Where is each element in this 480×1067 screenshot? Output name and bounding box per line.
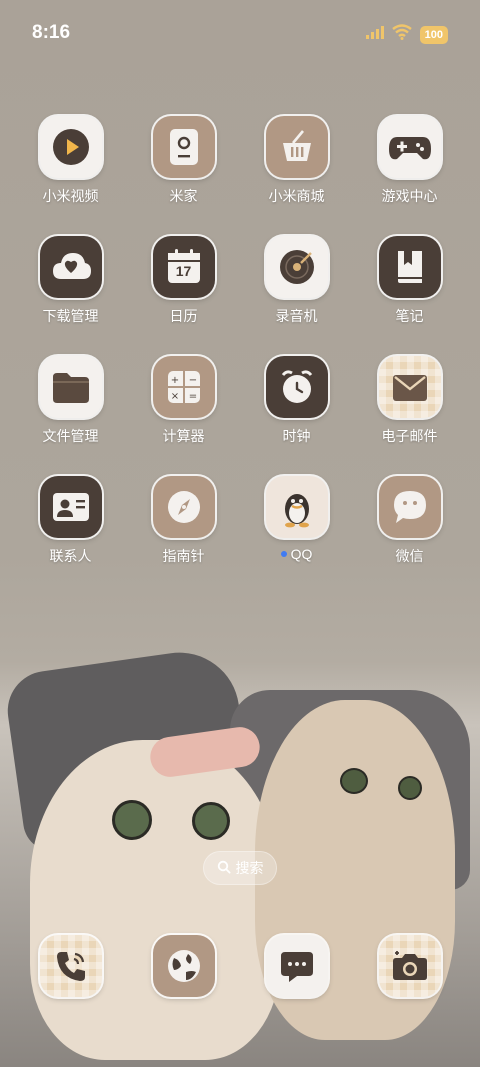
mijia-home-icon bbox=[152, 116, 215, 178]
app-label: QQ bbox=[280, 546, 313, 562]
app-calendar[interactable]: 17 日历 bbox=[127, 236, 240, 326]
app-label-text: QQ bbox=[290, 546, 313, 562]
app-game-center[interactable]: 游戏中心 bbox=[353, 116, 466, 206]
app-label: 文件管理 bbox=[42, 428, 99, 444]
battery-indicator: 100 bbox=[419, 25, 448, 44]
app-downloads[interactable]: 下载管理 bbox=[14, 236, 127, 326]
app-label: 微信 bbox=[395, 548, 424, 564]
app-label: 联系人 bbox=[49, 548, 92, 564]
app-grid: 小米视频 米家 小米商城 游戏中心 下载管理 17 日历 录音机 笔记 文件管理… bbox=[14, 116, 466, 566]
app-mi-video[interactable]: 小米视频 bbox=[14, 116, 127, 206]
app-label: 笔记 bbox=[395, 308, 424, 324]
alarm-clock-icon bbox=[265, 356, 328, 418]
app-file-manager[interactable]: 文件管理 bbox=[14, 356, 127, 446]
video-play-icon bbox=[39, 116, 102, 178]
app-mijia[interactable]: 米家 bbox=[127, 116, 240, 206]
envelope-icon bbox=[378, 356, 441, 418]
svg-text:×: × bbox=[170, 391, 178, 402]
app-recorder[interactable]: 录音机 bbox=[240, 236, 353, 326]
app-wechat[interactable]: 微信 bbox=[353, 476, 466, 566]
qq-penguin-icon bbox=[265, 476, 328, 538]
app-clock[interactable]: 时钟 bbox=[240, 356, 353, 446]
app-label: 录音机 bbox=[275, 308, 318, 324]
svg-text:−: − bbox=[188, 375, 196, 386]
browser-globe-icon bbox=[152, 935, 215, 997]
app-label: 小米视频 bbox=[42, 188, 99, 204]
search-label: 搜索 bbox=[235, 860, 264, 876]
shopping-basket-icon bbox=[265, 116, 328, 178]
dock-phone[interactable] bbox=[14, 935, 127, 997]
folder-icon bbox=[39, 356, 102, 418]
dock bbox=[14, 935, 466, 997]
calendar-day: 17 bbox=[175, 263, 192, 279]
app-label: 米家 bbox=[169, 188, 198, 204]
chat-bubble-icon bbox=[378, 476, 441, 538]
wallpaper-cat-right-eye1 bbox=[340, 768, 368, 794]
dock-browser[interactable] bbox=[127, 935, 240, 997]
app-label: 时钟 bbox=[282, 428, 311, 444]
app-notes[interactable]: 笔记 bbox=[353, 236, 466, 326]
svg-text:+: + bbox=[170, 375, 178, 386]
calendar-icon: 17 bbox=[152, 236, 215, 298]
app-compass[interactable]: 指南针 bbox=[127, 476, 240, 566]
dock-camera[interactable] bbox=[353, 935, 466, 997]
wallpaper-cat-left-eye2 bbox=[192, 802, 230, 840]
search-button[interactable]: 搜索 bbox=[203, 851, 277, 885]
app-label: 电子邮件 bbox=[381, 428, 438, 444]
wallpaper-cat-right-eye2 bbox=[398, 776, 422, 800]
notebook-icon bbox=[378, 236, 441, 298]
gamepad-icon bbox=[378, 116, 441, 178]
app-label: 小米商城 bbox=[268, 188, 325, 204]
cloud-download-icon bbox=[39, 236, 102, 298]
new-badge-dot bbox=[280, 551, 287, 557]
app-contacts[interactable]: 联系人 bbox=[14, 476, 127, 566]
app-label: 指南针 bbox=[162, 548, 205, 564]
status-icons: 100 bbox=[365, 24, 448, 45]
app-calculator[interactable]: + − × = 计算器 bbox=[127, 356, 240, 446]
phone-icon bbox=[39, 935, 102, 997]
svg-text:=: = bbox=[188, 391, 196, 402]
calculator-icon: + − × = bbox=[152, 356, 215, 418]
wifi-icon bbox=[391, 24, 412, 45]
app-label: 日历 bbox=[169, 308, 198, 324]
vinyl-record-icon bbox=[265, 236, 328, 298]
app-mi-store[interactable]: 小米商城 bbox=[240, 116, 353, 206]
contact-card-icon bbox=[39, 476, 102, 538]
app-email[interactable]: 电子邮件 bbox=[353, 356, 466, 446]
camera-icon bbox=[378, 935, 441, 997]
status-bar: 8:16 100 bbox=[0, 0, 480, 68]
app-label: 游戏中心 bbox=[381, 188, 438, 204]
app-label: 计算器 bbox=[162, 428, 205, 444]
status-time: 8:16 bbox=[32, 22, 71, 43]
message-bubble-icon bbox=[265, 935, 328, 997]
wallpaper-cat-left-eye1 bbox=[112, 800, 152, 840]
signal-icon bbox=[365, 25, 384, 44]
app-qq[interactable]: QQ bbox=[240, 476, 353, 566]
compass-icon bbox=[152, 476, 215, 538]
dock-messages[interactable] bbox=[240, 935, 353, 997]
wallpaper-cat-left bbox=[30, 740, 280, 1060]
app-label: 下载管理 bbox=[42, 308, 99, 324]
search-icon bbox=[217, 860, 231, 877]
